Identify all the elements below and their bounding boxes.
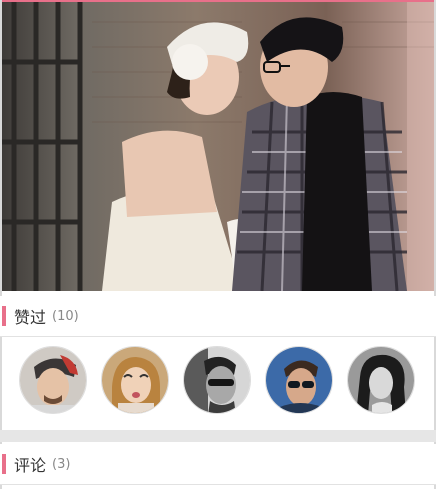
avatar-user-2[interactable] [101, 346, 169, 414]
avatar-user-1-image [20, 347, 86, 413]
comments-title: 评论 [14, 456, 47, 475]
likes-count: (10) [52, 308, 79, 324]
wedding-photo-image [2, 2, 434, 291]
likes-avatar-list [0, 337, 436, 427]
wedding-photo[interactable] [2, 2, 434, 291]
section-separator [0, 430, 436, 442]
likes-accent-bar [2, 306, 6, 326]
likes-title: 赞过 [14, 308, 47, 327]
likes-section-header: 赞过 (10) [0, 296, 436, 337]
avatar-user-4-image [266, 347, 332, 413]
avatar-user-5[interactable] [347, 346, 415, 414]
avatar-user-3[interactable] [183, 346, 251, 414]
avatar-user-4[interactable] [265, 346, 333, 414]
avatar-user-5-image [348, 347, 414, 413]
comments-count: (3) [52, 456, 71, 472]
avatar-user-3-image [184, 347, 250, 413]
comments-accent-bar [2, 454, 6, 474]
avatar-user-2-image [102, 347, 168, 413]
comments-section-header: 评论 (3) [0, 444, 436, 485]
avatar-user-1[interactable] [19, 346, 87, 414]
